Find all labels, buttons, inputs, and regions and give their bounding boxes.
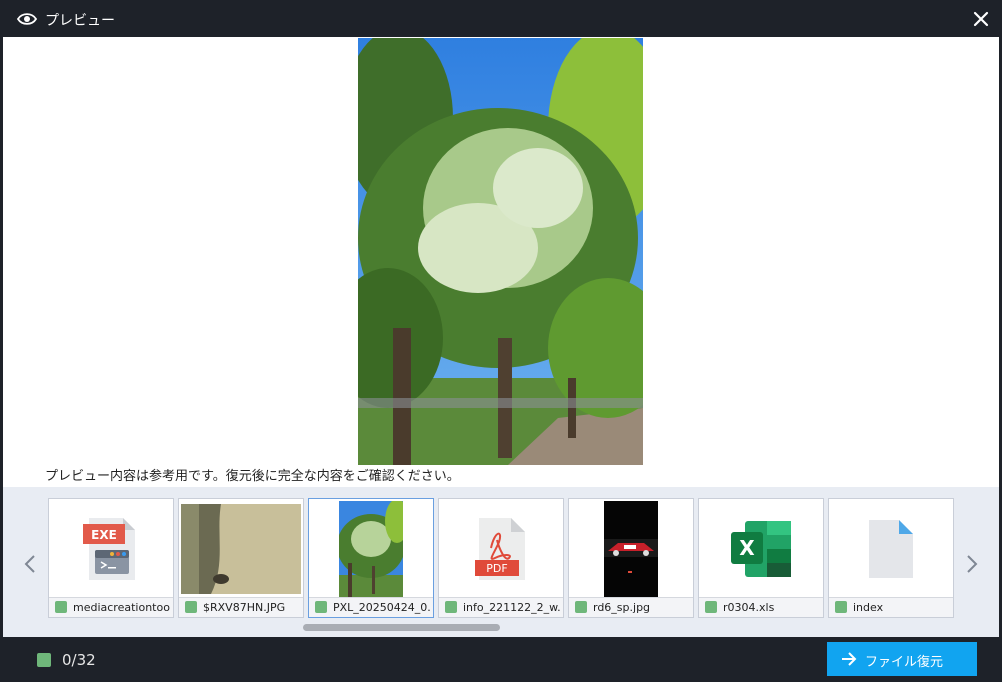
preview-area: プレビュー内容は参考用です。復元後に完全な内容をご確認ください。 [3,37,999,487]
preview-image [358,38,643,465]
thumbnail-label: mediacreationtool... [49,597,173,617]
restore-files-button[interactable]: ファイル復元 [827,642,977,676]
chevron-left-icon[interactable] [23,553,37,575]
checkbox[interactable] [575,601,587,613]
select-all-checkbox[interactable] [37,653,51,667]
thumbnail-label: $RXV87HN.JPG [179,597,303,617]
thumbnail-item-selected[interactable]: PXL_20250424_0... [308,498,434,618]
photo-thumbnail [311,501,431,597]
file-name: $RXV87HN.JPG [203,601,286,614]
generic-file-icon [831,501,951,597]
excel-badge-label: X [739,536,755,560]
footer-bar: 0/32 ファイル復元 [0,637,1002,682]
preview-dialog: プレビュー プレビュー内容は参考用です。復元後に完全な内容をご確認ください。 E… [0,0,1002,682]
chevron-right-icon[interactable] [965,553,979,575]
file-name: PXL_20250424_0... [333,601,431,614]
photo-thumbnail [571,501,691,597]
checkbox[interactable] [705,601,717,613]
thumbnail-item[interactable]: PDF info_221122_2_w... [438,498,564,618]
checkbox[interactable] [185,601,197,613]
close-icon[interactable] [970,8,992,30]
title-bar: プレビュー [0,0,1002,37]
checkbox[interactable] [835,601,847,613]
checkbox[interactable] [445,601,457,613]
horizontal-scrollbar[interactable] [303,624,500,631]
file-name: index [853,601,884,614]
exe-badge-label: EXE [91,528,117,542]
thumbnail-label: PXL_20250424_0... [309,597,433,617]
thumbnail-item[interactable]: rd6_sp.jpg [568,498,694,618]
checkbox[interactable] [55,601,67,613]
photo-thumbnail [181,501,301,597]
thumbnail-strip: EXE mediacreationtool... [3,487,999,637]
thumbnail-item[interactable]: index [828,498,954,618]
thumbnail-item[interactable]: X r0304.xls [698,498,824,618]
thumbnail-label: info_221122_2_w... [439,597,563,617]
file-name: r0304.xls [723,601,775,614]
eye-icon [17,13,37,25]
thumbnail-label: rd6_sp.jpg [569,597,693,617]
thumbnail-item[interactable]: $RXV87HN.JPG [178,498,304,618]
thumbnail-label: index [829,597,953,617]
thumbnail-item[interactable]: EXE mediacreationtool... [48,498,174,618]
arrow-right-icon [842,652,857,666]
restore-button-label: ファイル復元 [865,655,944,670]
file-name: rd6_sp.jpg [593,601,651,614]
selection-count: 0/32 [62,651,96,669]
file-name: info_221122_2_w... [463,601,561,614]
pdf-badge-label: PDF [486,562,507,575]
dialog-title: プレビュー [45,13,115,29]
exe-file-icon: EXE [51,501,171,597]
pdf-file-icon: PDF [441,501,561,597]
preview-notice: プレビュー内容は参考用です。復元後に完全な内容をご確認ください。 [45,469,460,484]
thumbnail-label: r0304.xls [699,597,823,617]
file-name: mediacreationtool... [73,601,171,614]
excel-file-icon: X [701,501,821,597]
checkbox[interactable] [315,601,327,613]
